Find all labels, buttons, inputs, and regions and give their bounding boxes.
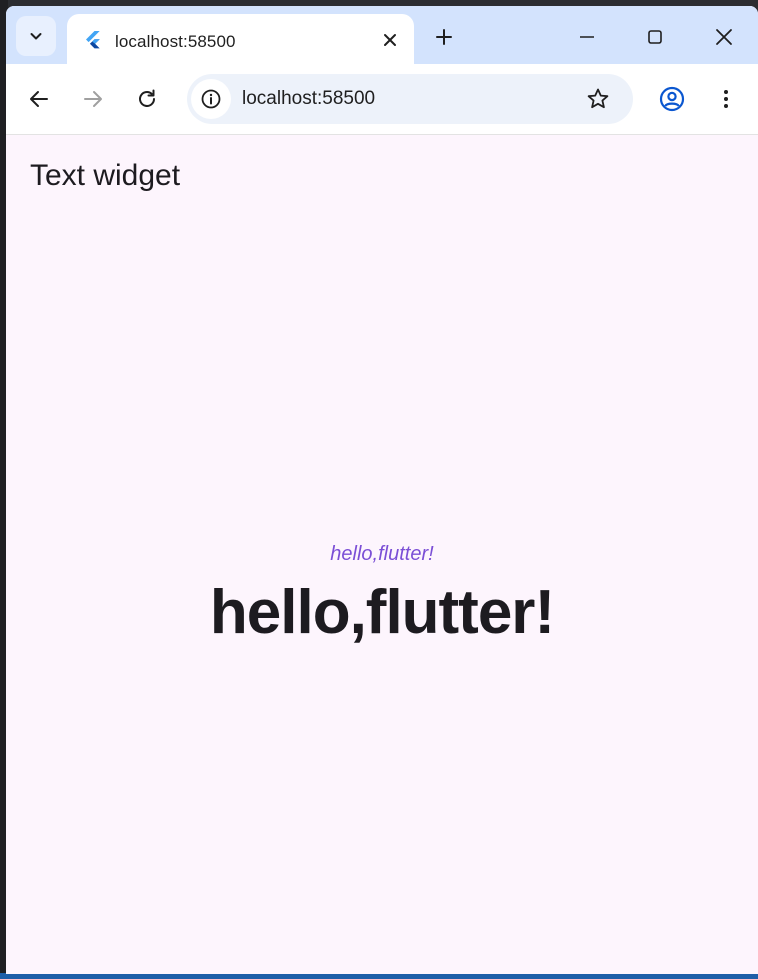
arrow-forward-icon <box>84 91 102 107</box>
more-vert-icon <box>724 90 728 108</box>
arrow-back-icon <box>30 91 48 107</box>
close-icon <box>384 34 396 46</box>
browser-window: localhost:58500 localhost:58500 Text wid… <box>6 6 758 974</box>
reload-icon <box>139 89 155 107</box>
address-url[interactable]: localhost:58500 <box>242 88 375 110</box>
minimize-button[interactable] <box>570 20 604 54</box>
large-bold-text: hello,flutter! <box>209 578 555 647</box>
chevron-down-icon <box>30 33 42 40</box>
app-title: Text widget <box>30 159 181 192</box>
tab-search-button[interactable] <box>16 16 56 56</box>
tab-active[interactable]: localhost:58500 <box>67 14 414 66</box>
info-icon <box>201 89 221 109</box>
maximize-icon <box>648 30 662 44</box>
maximize-button[interactable] <box>638 20 672 54</box>
menu-button[interactable] <box>709 82 743 116</box>
flutter-logo-icon <box>86 31 100 49</box>
site-info-button[interactable] <box>191 79 231 119</box>
account-icon <box>659 86 685 112</box>
small-italic-text: hello,flutter! <box>330 543 434 565</box>
tab-strip: localhost:58500 <box>6 6 758 66</box>
forward-button[interactable] <box>76 82 110 116</box>
bookmark-button[interactable] <box>585 86 611 112</box>
minimize-icon <box>580 36 594 38</box>
profile-button[interactable] <box>655 82 689 116</box>
plus-icon <box>436 29 452 45</box>
reload-button[interactable] <box>130 82 164 116</box>
new-tab-button[interactable] <box>430 23 458 51</box>
page-content: Text widget hello,flutter! hello,flutter… <box>6 135 758 974</box>
tab-title: localhost:58500 <box>115 32 236 51</box>
close-icon <box>716 29 732 45</box>
address-bar[interactable]: localhost:58500 <box>187 74 633 124</box>
browser-toolbar: localhost:58500 <box>6 64 758 135</box>
back-button[interactable] <box>22 82 56 116</box>
tab-close-button[interactable] <box>380 30 400 50</box>
window-close-button[interactable] <box>707 20 741 54</box>
star-icon <box>587 88 609 109</box>
